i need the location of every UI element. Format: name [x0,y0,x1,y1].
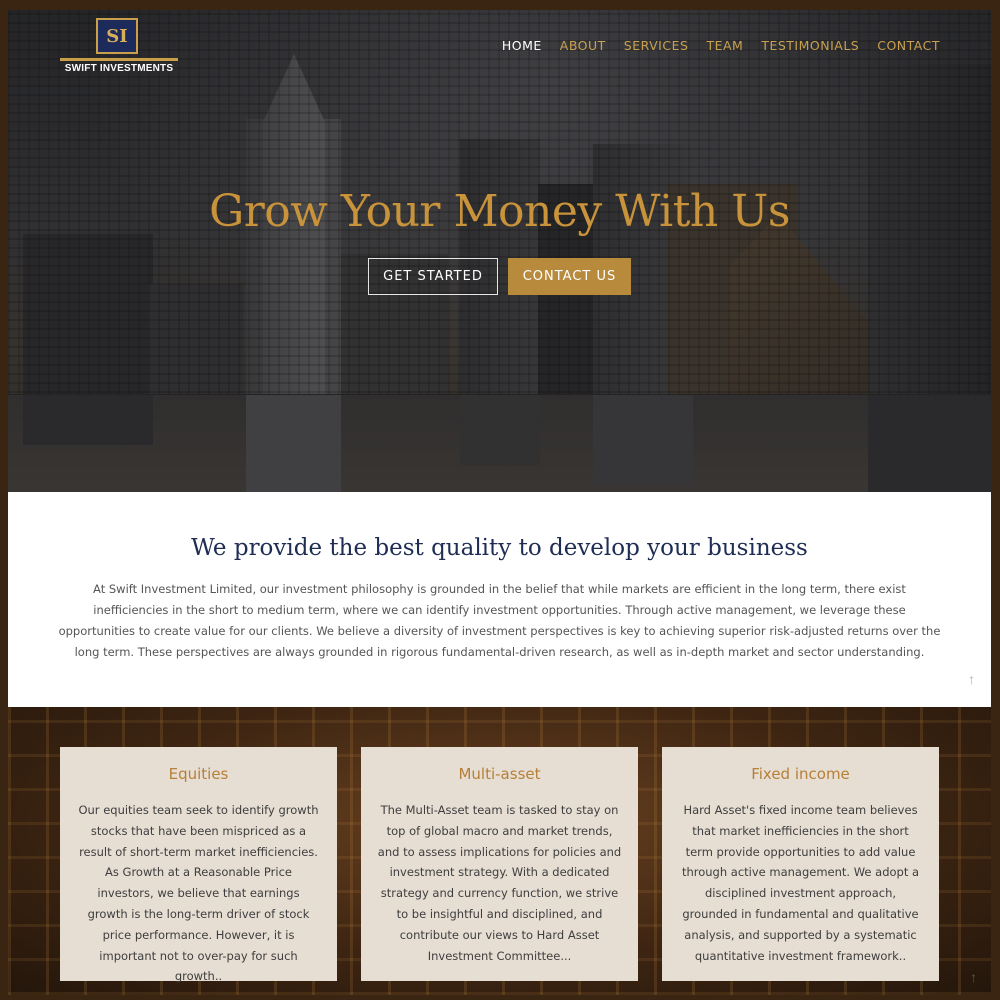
nav-item-home[interactable]: HOME [502,38,542,53]
arrow-up-icon[interactable]: ↑ [970,969,977,985]
logo-underline [60,58,178,61]
page-frame: SI SWIFT INVESTMENTS HOME ABOUT SERVICES… [8,10,991,995]
nav-item-testimonials[interactable]: TESTIMONIALS [761,38,859,53]
services-section: Equities Our equities team seek to ident… [8,707,991,995]
about-text: At Swift Investment Limited, our investm… [58,582,941,659]
arrow-up-icon[interactable]: ↑ [968,671,975,687]
service-card-title: Multi-asset [458,765,541,783]
main-nav: HOME ABOUT SERVICES TEAM TESTIMONIALS CO… [502,38,940,53]
hero-title: Grow Your Money With Us [209,186,790,237]
service-card-title: Equities [168,765,229,783]
nav-item-about[interactable]: ABOUT [560,38,606,53]
nav-item-services[interactable]: SERVICES [624,38,689,53]
service-card-fixed-income: Fixed income Hard Asset's fixed income t… [662,747,939,981]
hero-overlay [8,10,991,492]
hero-section: SI SWIFT INVESTMENTS HOME ABOUT SERVICES… [8,10,991,492]
brand-logo[interactable]: SI SWIFT INVESTMENTS [60,16,178,76]
about-section: We provide the best quality to develop y… [8,492,991,707]
about-heading: We provide the best quality to develop y… [191,535,808,561]
service-card-text: Hard Asset's fixed income team believes … [681,803,920,963]
nav-item-team[interactable]: TEAM [706,38,743,53]
logo-mark: SI [96,18,138,54]
service-card-text: The Multi-Asset team is tasked to stay o… [377,803,622,963]
nav-item-contact[interactable]: CONTACT [877,38,940,53]
contact-us-button[interactable]: CONTACT US [508,258,631,295]
service-card-text: Our equities team seek to identify growt… [78,803,319,984]
service-card-multi-asset: Multi-asset The Multi-Asset team is task… [361,747,638,981]
brand-name: SWIFT INVESTMENTS [64,63,174,74]
get-started-button[interactable]: GET STARTED [368,258,498,295]
service-card-title: Fixed income [751,765,850,783]
service-card-equities: Equities Our equities team seek to ident… [60,747,337,983]
